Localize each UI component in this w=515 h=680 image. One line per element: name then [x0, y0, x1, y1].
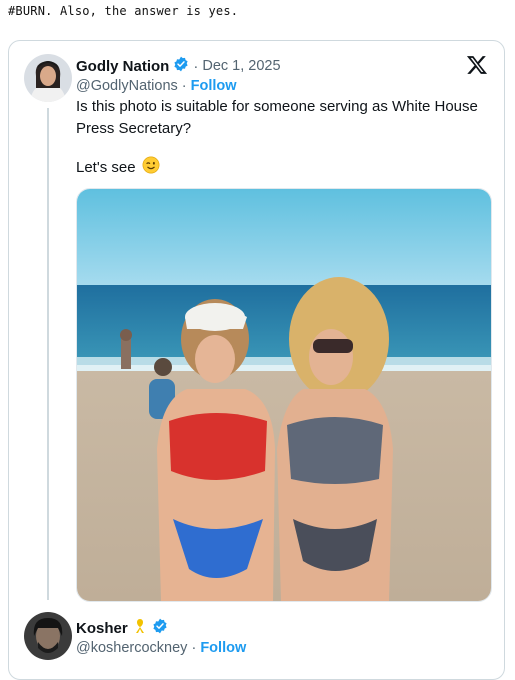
- verified-badge-icon: [173, 56, 189, 76]
- tweet-date[interactable]: Dec 1, 2025: [202, 58, 280, 74]
- author-handle[interactable]: @GodlyNations: [76, 78, 178, 94]
- tweet-footer-text: Let's see: [76, 158, 136, 176]
- reply-author-handle[interactable]: @koshercockney: [76, 640, 187, 656]
- tweet-body-text: Is this photo is suitable for someone se…: [76, 98, 478, 137]
- separator-dot: ·: [181, 78, 191, 94]
- reply-author-handle-row: @koshercockney · Follow: [76, 640, 246, 656]
- author-handle-row: @GodlyNations · Follow: [76, 78, 237, 94]
- author-name[interactable]: Godly Nation: [76, 58, 169, 75]
- x-logo-icon[interactable]: [466, 54, 488, 76]
- reply-author-name-row: Kosher: [76, 618, 168, 638]
- winking-face-emoji-icon: [142, 156, 160, 178]
- reply-author-avatar[interactable]: [24, 612, 72, 660]
- separator-dot: ·: [191, 640, 201, 656]
- reply-follow-button[interactable]: Follow: [200, 640, 246, 656]
- yellow-ribbon-icon: [132, 618, 148, 638]
- follow-button[interactable]: Follow: [191, 78, 237, 94]
- author-avatar[interactable]: [24, 54, 72, 102]
- thread-connector-line: [47, 108, 49, 600]
- author-name-row: Godly Nation · Dec 1, 2025: [76, 56, 281, 76]
- tweet-media-photo[interactable]: [76, 188, 492, 602]
- verified-badge-icon: [152, 618, 168, 638]
- tweet-footer-line: Let's see: [76, 156, 160, 178]
- separator-dot: ·: [193, 57, 199, 75]
- reply-author-name[interactable]: Kosher: [76, 620, 128, 637]
- post-comment-text: #BURN. Also, the answer is yes.: [8, 4, 239, 18]
